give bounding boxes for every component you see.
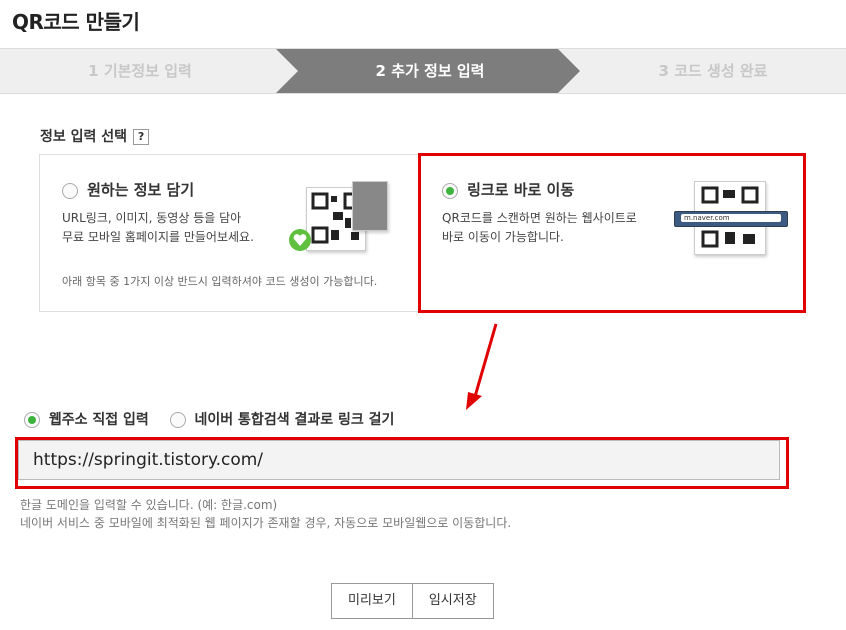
step-3-label: 3 코드 생성 완료	[658, 62, 768, 80]
radio-direct-url[interactable]	[24, 412, 40, 428]
mobile-page-illustration	[289, 179, 398, 259]
preview-button[interactable]: 미리보기	[332, 584, 412, 618]
save-draft-button[interactable]: 임시저장	[411, 584, 493, 618]
radio-search-link-label: 네이버 통합검색 결과로 링크 걸기	[194, 412, 395, 428]
option-custom-info-note: 아래 항목 중 1가지 이상 반드시 입력하셔야 코드 생성이 가능합니다.	[62, 275, 378, 288]
radio-search-link[interactable]	[169, 412, 186, 428]
option-custom-info-desc-line2: 무료 모바일 홈페이지를 만들어보세요.	[62, 230, 254, 244]
section-label-text: 정보 입력 선택	[40, 129, 128, 145]
option-custom-info-desc: URL링크, 이미지, 동영상 등을 담아 무료 모바일 홈페이지를 만들어보세…	[62, 209, 254, 247]
hint-korean-domain: 한글 도메인을 입력할 수 있습니다. (예: 한글.com)	[20, 498, 278, 512]
section-label: 정보 입력 선택?	[40, 126, 150, 146]
step-1-label: 1 기본정보 입력	[88, 62, 192, 80]
heart-badge-icon	[289, 229, 311, 251]
radio-search-link-option[interactable]: 네이버 통합검색 결과로 링크 걸기	[169, 412, 395, 428]
annotation-highlight-input	[15, 437, 789, 489]
page-title: QR코드 만들기	[12, 10, 140, 34]
radio-custom-info[interactable]	[62, 182, 78, 199]
photo-thumbnail	[352, 181, 388, 231]
action-buttons: 미리보기 임시저장	[331, 583, 494, 619]
annotation-highlight-option	[418, 153, 806, 313]
step-2-label: 2 추가 정보 입력	[375, 62, 485, 80]
radio-direct-url-label: 웹주소 직접 입력	[48, 412, 149, 428]
radio-direct-url-option[interactable]: 웹주소 직접 입력	[24, 412, 154, 428]
help-icon[interactable]: ?	[133, 129, 150, 145]
annotation-arrow	[466, 323, 498, 410]
option-custom-info-desc-line1: URL링크, 이미지, 동영상 등을 담아	[62, 211, 242, 225]
option-custom-info-title: 원하는 정보 담기	[87, 181, 195, 199]
step-indicator: 1 기본정보 입력 2 추가 정보 입력 3 코드 생성 완료	[0, 48, 846, 94]
hint-mobile-web: 네이버 서비스 중 모바일에 최적화된 웹 페이지가 존재할 경우, 자동으로 …	[20, 516, 512, 530]
option-custom-info[interactable]: 원하는 정보 담기	[62, 179, 194, 200]
link-type-radios: 웹주소 직접 입력 네이버 통합검색 결과로 링크 걸기	[24, 409, 394, 429]
